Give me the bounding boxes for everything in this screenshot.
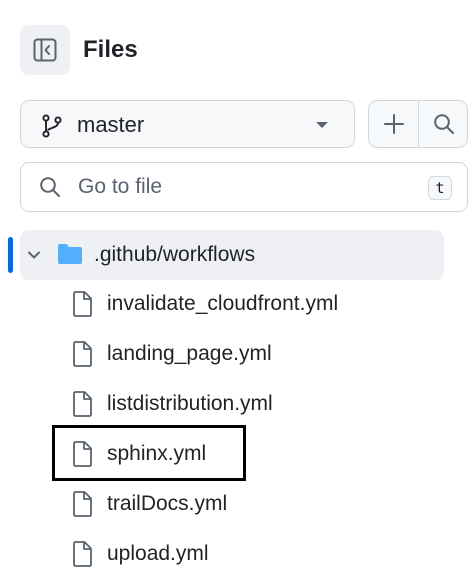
file-name: landing_page.yml bbox=[107, 342, 272, 365]
file-icon bbox=[73, 391, 92, 417]
tree-folder-workflows[interactable]: .github/workflows bbox=[20, 230, 444, 280]
go-to-file-input[interactable]: Go to file t bbox=[20, 162, 468, 212]
keyboard-shortcut-badge: t bbox=[428, 176, 452, 200]
search-icon bbox=[40, 177, 60, 197]
tree-file-row[interactable]: landing_page.yml bbox=[62, 333, 442, 375]
file-icon bbox=[73, 291, 92, 317]
file-icon bbox=[73, 491, 92, 517]
file-name: listdistribution.yml bbox=[107, 392, 273, 415]
page-title: Files bbox=[83, 36, 138, 63]
tree-file-row[interactable]: trailDocs.yml bbox=[62, 483, 442, 525]
active-item-marker bbox=[8, 237, 13, 273]
branch-name: master bbox=[77, 112, 145, 137]
search-icon bbox=[434, 114, 454, 134]
file-name: trailDocs.yml bbox=[107, 492, 228, 515]
sidebar-toggle-button[interactable] bbox=[20, 25, 70, 75]
file-name: invalidate_cloudfront.yml bbox=[107, 292, 339, 315]
file-icon bbox=[73, 341, 92, 367]
chevron-down-icon[interactable] bbox=[26, 247, 42, 263]
chevron-down-icon bbox=[316, 122, 328, 128]
add-file-button[interactable] bbox=[369, 101, 419, 147]
tree-file-row[interactable]: listdistribution.yml bbox=[62, 383, 442, 425]
file-icon bbox=[73, 541, 92, 567]
search-files-button[interactable] bbox=[419, 101, 467, 147]
sidebar-collapse-icon bbox=[33, 38, 57, 62]
file-name: upload.yml bbox=[107, 542, 209, 565]
plus-icon bbox=[384, 114, 404, 134]
folder-icon bbox=[58, 244, 82, 264]
tree-file-row[interactable]: invalidate_cloudfront.yml bbox=[62, 283, 442, 325]
tree-actions-group bbox=[368, 100, 468, 148]
search-placeholder: Go to file bbox=[78, 175, 163, 198]
git-branch-icon bbox=[42, 114, 62, 138]
tree-file-row[interactable]: upload.yml bbox=[62, 533, 442, 575]
highlight-box bbox=[52, 425, 246, 481]
folder-name: .github/workflows bbox=[94, 243, 256, 266]
branch-select-button[interactable]: master bbox=[20, 100, 355, 148]
